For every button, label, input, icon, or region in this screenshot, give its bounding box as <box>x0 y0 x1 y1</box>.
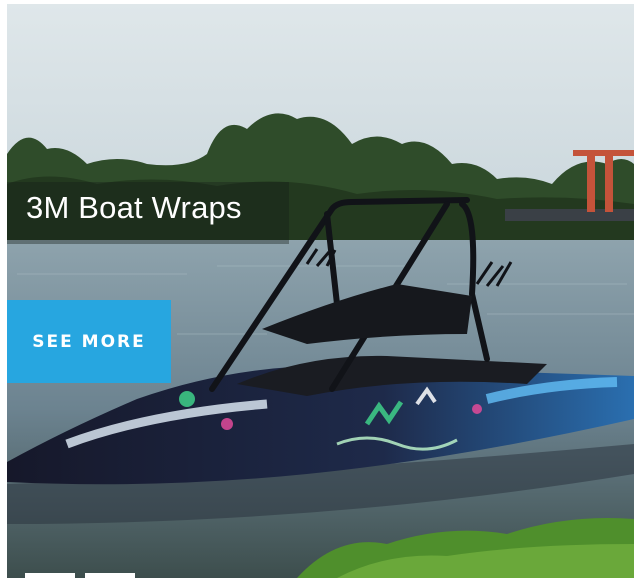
see-more-button[interactable]: SEE MORE <box>7 300 171 383</box>
carousel-dot-2[interactable] <box>85 573 135 578</box>
carousel-dot-1[interactable] <box>25 573 75 578</box>
carousel-indicators <box>25 573 135 578</box>
hero-title: 3M Boat Wraps <box>26 190 242 225</box>
hero-background-image <box>7 4 634 578</box>
hero-banner: 3M Boat Wraps SEE MORE <box>7 4 634 578</box>
